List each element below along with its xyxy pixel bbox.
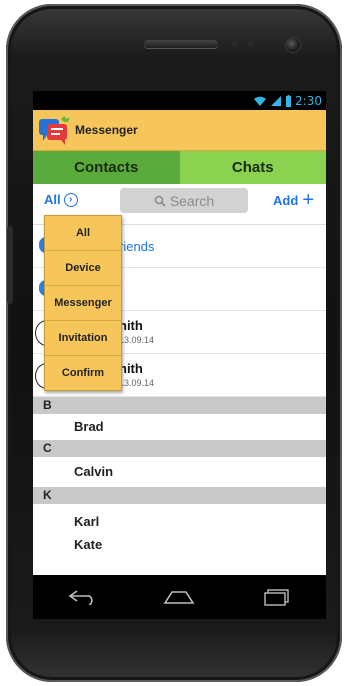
search-placeholder: Search xyxy=(169,192,215,209)
home-icon xyxy=(164,591,195,604)
section-header-b: B xyxy=(33,397,326,414)
section-header-k: K xyxy=(33,487,326,504)
wifi-icon xyxy=(254,96,267,106)
contact-date: 13.09.14 xyxy=(119,335,155,345)
volume-button xyxy=(7,226,13,304)
contact-name: nith xyxy=(119,361,143,376)
row-label: riends xyxy=(119,239,155,254)
chevron-down-icon: › xyxy=(63,192,78,207)
app-bar: Messenger xyxy=(33,110,326,151)
add-contact-button[interactable]: Add + xyxy=(273,190,314,210)
battery-icon xyxy=(286,94,292,107)
recents-button[interactable] xyxy=(259,585,295,609)
contact-item-calvin[interactable]: Calvin xyxy=(33,457,326,487)
contact-name: nith xyxy=(119,318,143,333)
menu-item-device[interactable]: Device xyxy=(45,251,121,286)
tab-bar: Contacts Chats xyxy=(33,151,326,184)
menu-item-invitation[interactable]: Invitation xyxy=(45,321,121,356)
status-bar: 2:30 xyxy=(33,91,326,110)
filter-label: All xyxy=(44,192,61,207)
proximity-sensor xyxy=(232,41,238,47)
light-sensor xyxy=(248,41,254,47)
messenger-logo-icon xyxy=(37,113,71,147)
contact-item-karl[interactable]: Karl xyxy=(33,510,326,533)
status-time: 2:30 xyxy=(295,93,322,108)
filter-dropdown-menu: All Device Messenger Invitation Confirm xyxy=(44,215,122,391)
section-header-c: C xyxy=(33,440,326,457)
search-input[interactable]: Search xyxy=(120,188,248,213)
recents-icon xyxy=(264,589,289,606)
signal-icon xyxy=(271,95,282,106)
earpiece-speaker xyxy=(144,40,218,48)
menu-item-confirm[interactable]: Confirm xyxy=(45,356,121,390)
contact-item-kate[interactable]: Kate xyxy=(33,533,326,556)
contact-date: 13.09.14 xyxy=(119,378,155,388)
add-label: Add xyxy=(273,192,299,208)
menu-item-messenger[interactable]: Messenger xyxy=(45,286,121,321)
front-camera xyxy=(286,38,300,52)
navigation-bar xyxy=(33,575,326,619)
phone-screen: 2:30 Messenger Contacts Chats All › Sear… xyxy=(33,91,326,575)
back-button[interactable] xyxy=(64,585,100,609)
back-icon xyxy=(68,590,93,605)
contact-item-brad[interactable]: Brad xyxy=(33,414,326,440)
filter-dropdown-button[interactable]: All › xyxy=(44,192,78,207)
app-title: Messenger xyxy=(75,123,138,137)
menu-item-all[interactable]: All xyxy=(45,216,121,251)
tab-contacts[interactable]: Contacts xyxy=(33,151,180,184)
search-icon xyxy=(154,195,166,207)
tab-chats[interactable]: Chats xyxy=(179,151,326,184)
home-button[interactable] xyxy=(161,585,197,609)
plus-icon: + xyxy=(302,189,314,211)
